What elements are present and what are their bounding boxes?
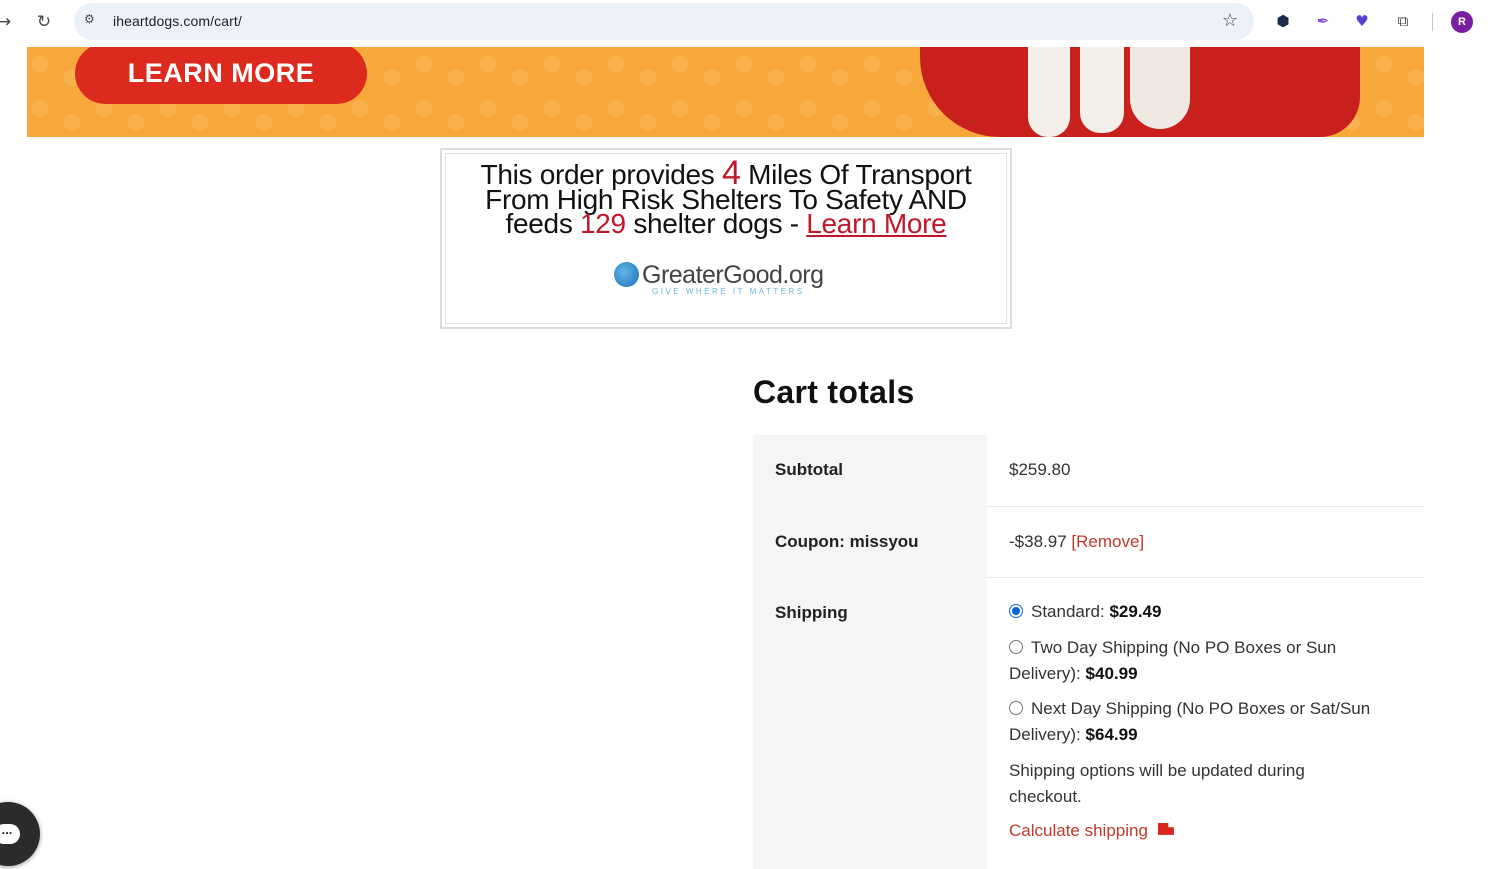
shipping-option-price: $40.99 bbox=[1085, 664, 1138, 683]
radio-next-day[interactable] bbox=[1009, 701, 1023, 715]
promo-banner[interactable]: LEARN MORE bbox=[27, 47, 1424, 137]
shipping-option-price: $29.49 bbox=[1109, 602, 1162, 621]
shipping-option-two-day[interactable]: Two Day Shipping (No PO Boxes or Sun Del… bbox=[1009, 635, 1359, 687]
url-text[interactable]: iheartdogs.com/cart/ bbox=[113, 13, 242, 29]
radio-two-day[interactable] bbox=[1009, 640, 1023, 654]
extension-puzzle-color-icon[interactable]: ♥ bbox=[1351, 10, 1373, 32]
greatergood-logo[interactable]: GreaterGood.org GIVE WHERE IT MATTERS bbox=[614, 261, 844, 302]
calculate-shipping-link[interactable]: Calculate shipping bbox=[1009, 821, 1174, 841]
bookmark-star-icon[interactable]: ☆ bbox=[1222, 10, 1238, 31]
calculate-shipping-label[interactable]: Calculate shipping bbox=[1009, 821, 1148, 840]
dog-paw-right bbox=[1080, 47, 1124, 133]
coupon-value: -$38.97 bbox=[1009, 532, 1067, 551]
reload-icon[interactable]: ↻ bbox=[32, 10, 56, 34]
subtotal-value: $259.80 bbox=[1009, 460, 1071, 479]
impact-dogs: 129 bbox=[580, 208, 626, 239]
impact-learn-more-link[interactable]: Learn More bbox=[806, 208, 946, 239]
impact-line3-pre: feeds bbox=[505, 208, 573, 239]
shipping-note: Shipping options will be updated during … bbox=[1009, 761, 1305, 806]
person-hand bbox=[1130, 47, 1190, 129]
impact-box: This order provides 4 Miles Of Transport… bbox=[440, 148, 1012, 329]
extensions-puzzle-icon[interactable]: ⧉ bbox=[1392, 10, 1414, 32]
site-settings-icon[interactable]: ⚙ bbox=[84, 12, 102, 30]
impact-line3-post: shelter dogs - bbox=[633, 208, 799, 239]
profile-avatar[interactable]: R bbox=[1451, 11, 1473, 33]
row-divider bbox=[987, 506, 1424, 507]
shipping-option-label: Next Day Shipping (No PO Boxes or Sat/Su… bbox=[1009, 699, 1371, 744]
coupon-cell: -$38.97 [Remove] bbox=[1009, 532, 1144, 552]
shipping-option-label: Standard: bbox=[1031, 602, 1105, 621]
toolbar-divider bbox=[1432, 13, 1433, 31]
banner-photo bbox=[920, 47, 1360, 137]
shipping-option-standard[interactable]: Standard: $29.49 bbox=[1009, 599, 1409, 625]
globe-icon bbox=[614, 262, 639, 287]
logo-name: GreaterGood.org bbox=[642, 261, 824, 289]
logo-tagline: GIVE WHERE IT MATTERS bbox=[652, 287, 805, 296]
coupon-label: Coupon: missyou bbox=[775, 532, 919, 551]
chat-bubble-icon: ... bbox=[0, 823, 20, 844]
label-column bbox=[753, 435, 987, 869]
cart-totals-table: Subtotal $259.80 Coupon: missyou -$38.97… bbox=[753, 435, 1424, 869]
shipping-option-next-day[interactable]: Next Day Shipping (No PO Boxes or Sat/Su… bbox=[1009, 696, 1394, 748]
shipping-label: Shipping bbox=[775, 603, 848, 622]
cart-totals-heading: Cart totals bbox=[753, 374, 915, 410]
extension-pen-icon[interactable]: ✒ bbox=[1312, 10, 1334, 32]
remove-coupon-link[interactable]: [Remove] bbox=[1071, 532, 1144, 551]
dog-paw-left bbox=[1028, 47, 1070, 137]
extension-hex-icon[interactable]: ⬢ bbox=[1272, 10, 1294, 32]
chat-widget-button[interactable]: ... bbox=[0, 802, 40, 866]
learn-more-button[interactable]: LEARN MORE bbox=[75, 47, 367, 104]
radio-standard[interactable] bbox=[1009, 604, 1023, 618]
impact-message: This order provides 4 Miles Of Transport… bbox=[442, 156, 1010, 239]
back-arrow-icon[interactable]: → bbox=[0, 10, 16, 34]
truck-icon bbox=[1157, 823, 1174, 835]
shipping-option-price: $64.99 bbox=[1085, 725, 1138, 744]
address-bar[interactable]: ⚙ iheartdogs.com/cart/ ☆ bbox=[74, 3, 1254, 40]
shipping-option-label: Two Day Shipping (No PO Boxes or Sun Del… bbox=[1009, 638, 1337, 683]
row-divider bbox=[987, 577, 1424, 578]
browser-toolbar: → ↻ ⚙ iheartdogs.com/cart/ ☆ ⬢ ✒ ♥ ⧉ R bbox=[0, 0, 1500, 44]
subtotal-label: Subtotal bbox=[775, 460, 843, 479]
